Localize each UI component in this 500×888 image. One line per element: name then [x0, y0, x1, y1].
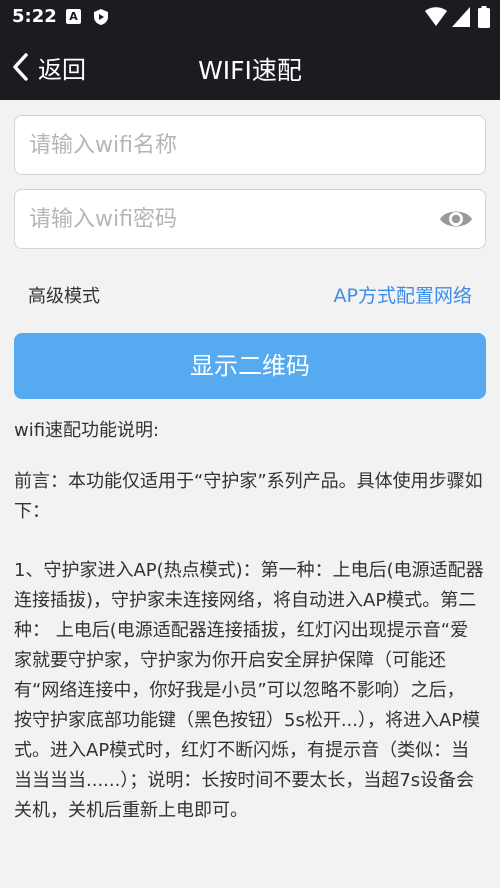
ap-config-link[interactable]: AP方式配置网络 [334, 281, 472, 308]
a-icon: A [66, 9, 81, 24]
ssid-input[interactable] [15, 116, 485, 174]
description-heading: wifi速配功能说明: [14, 420, 160, 441]
ssid-field [14, 115, 486, 175]
password-field [14, 189, 486, 249]
status-time: 5:22 [12, 6, 57, 27]
description-intro: 前言：本功能仅适用于“守护家”系列产品。具体使用步骤如下： [14, 471, 483, 522]
password-input[interactable] [15, 190, 485, 248]
advanced-mode-toggle[interactable]: 高级模式 [28, 282, 100, 308]
description-step1: 1、守护家进入AP(热点模式)：第一种：上电后(电源适配器连接插拔)，守护家未连… [14, 560, 484, 821]
page-title: WIFI速配 [198, 56, 302, 85]
show-qr-button[interactable]: 显示二维码 [14, 333, 486, 399]
battery-icon [478, 6, 490, 28]
status-bar: 5:22 A [0, 0, 500, 34]
signal-icon [452, 7, 470, 27]
shield-icon [94, 9, 108, 25]
header-bar: 返回 WIFI速配 [0, 34, 500, 100]
eye-icon[interactable] [439, 204, 473, 234]
wifi-icon [425, 7, 447, 26]
